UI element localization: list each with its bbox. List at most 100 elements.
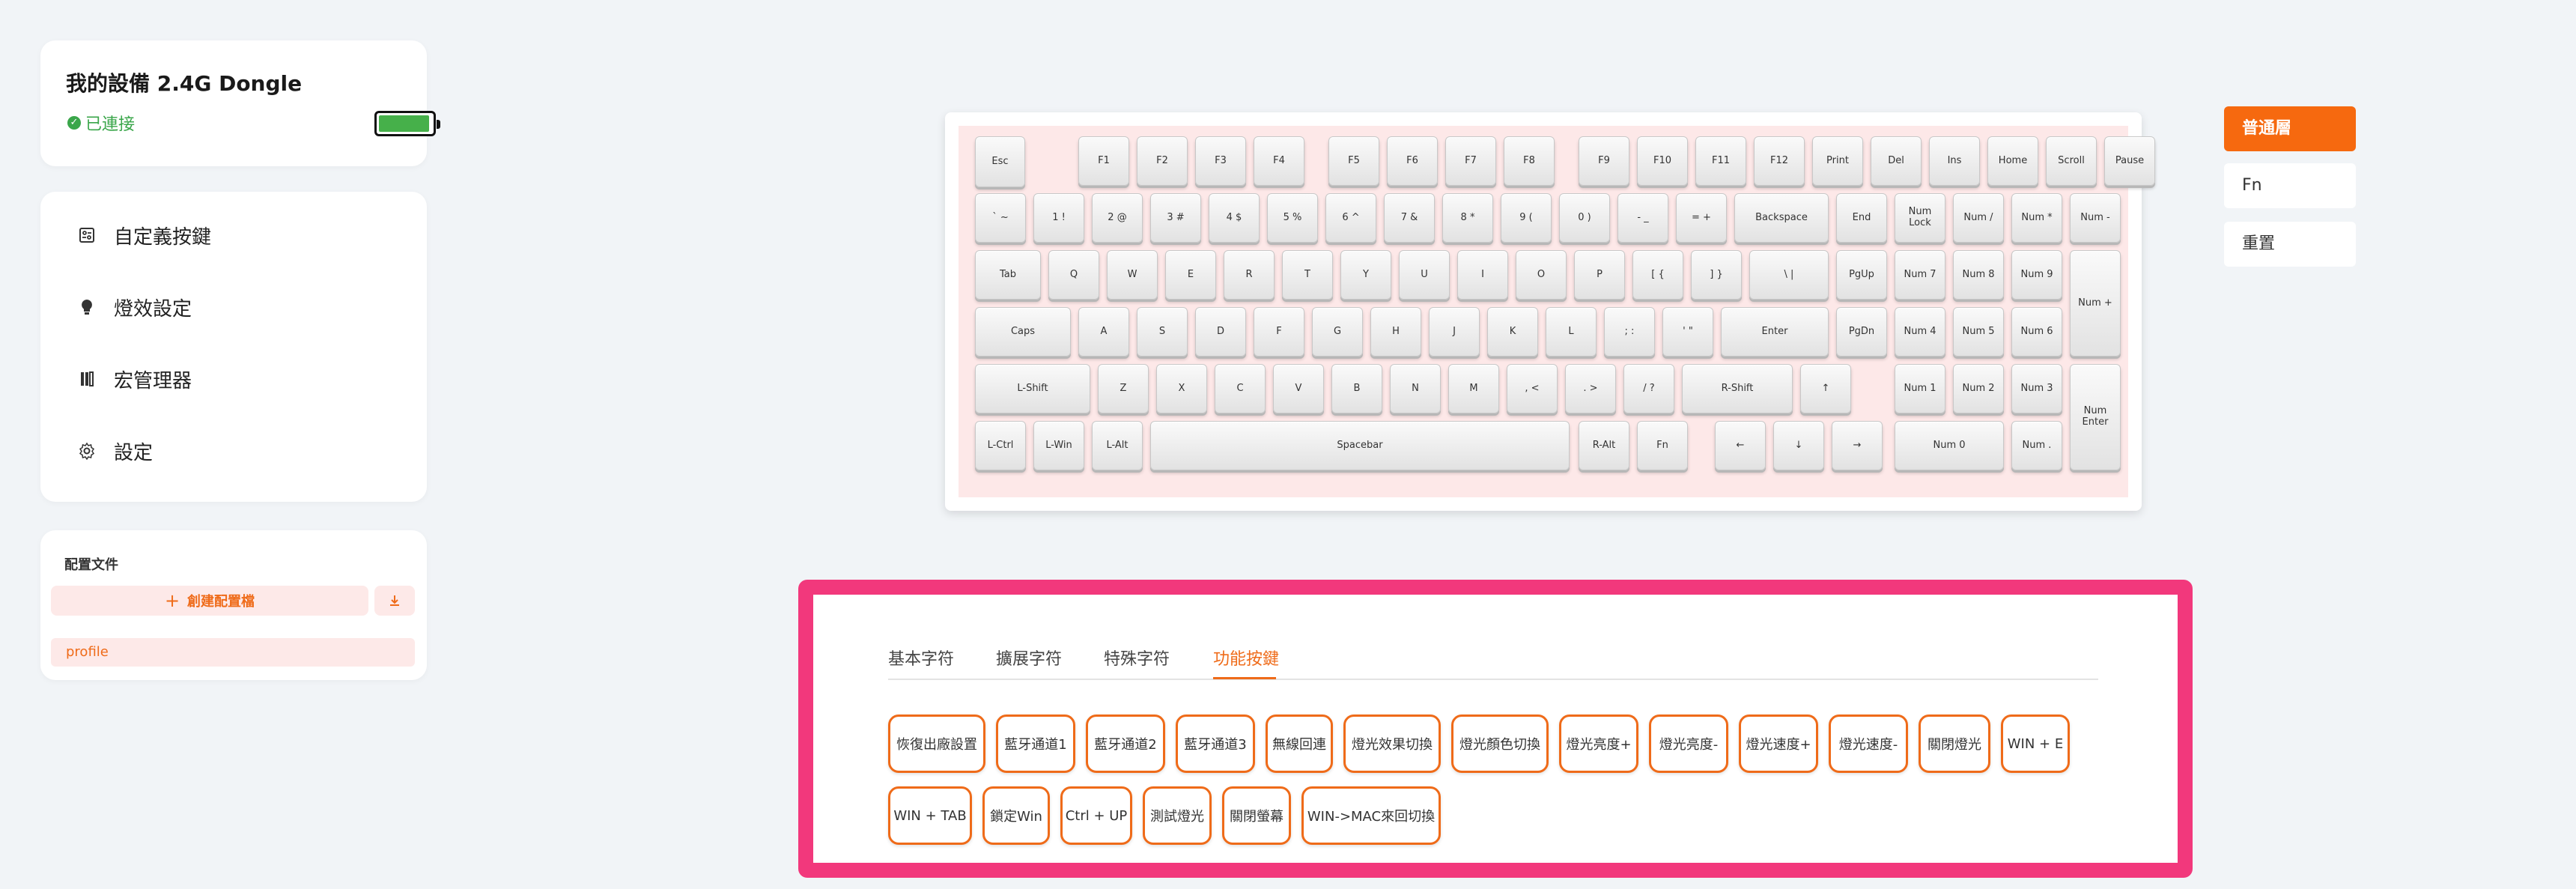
create-profile-button[interactable]: + 創建配置檔: [51, 586, 368, 616]
key[interactable]: F9: [1579, 136, 1629, 186]
key[interactable]: 3 #: [1150, 193, 1201, 243]
key[interactable]: J: [1429, 307, 1480, 356]
key[interactable]: T: [1282, 250, 1333, 300]
key[interactable]: F2: [1137, 136, 1188, 186]
key[interactable]: / ?: [1623, 364, 1674, 413]
tab-extended-chars[interactable]: 擴展字符: [996, 646, 1062, 670]
key[interactable]: Scroll: [2046, 136, 2097, 186]
key[interactable]: Num 0: [1895, 421, 2004, 470]
key[interactable]: B: [1331, 364, 1382, 413]
key[interactable]: Home: [1987, 136, 2038, 186]
function-key-button[interactable]: WIN + TAB: [888, 786, 972, 845]
profile-list-item[interactable]: profile: [51, 638, 415, 667]
key[interactable]: PgUp: [1836, 250, 1887, 300]
key[interactable]: Num 2: [1953, 364, 2004, 413]
key[interactable]: , <: [1507, 364, 1558, 413]
key[interactable]: \ |: [1749, 250, 1829, 300]
key[interactable]: Caps: [975, 307, 1071, 356]
key[interactable]: N: [1390, 364, 1441, 413]
key[interactable]: = +: [1676, 193, 1727, 243]
key[interactable]: 1 !: [1033, 193, 1084, 243]
key[interactable]: 0 ): [1559, 193, 1610, 243]
key[interactable]: . >: [1565, 364, 1616, 413]
key[interactable]: PgDn: [1836, 307, 1887, 356]
function-key-button[interactable]: 藍牙通道1: [996, 714, 1075, 773]
key[interactable]: K: [1487, 307, 1538, 356]
key[interactable]: Tab: [975, 250, 1041, 300]
key[interactable]: 8 *: [1442, 193, 1493, 243]
key[interactable]: ↑: [1800, 364, 1851, 413]
key[interactable]: S: [1137, 307, 1188, 356]
key[interactable]: Num Enter: [2070, 364, 2121, 470]
key[interactable]: Num Lock: [1895, 193, 1945, 243]
key[interactable]: F1: [1078, 136, 1129, 186]
tab-basic-chars[interactable]: 基本字符: [888, 646, 954, 670]
key[interactable]: R-Shift: [1682, 364, 1793, 413]
key[interactable]: F11: [1695, 136, 1746, 186]
key[interactable]: Del: [1871, 136, 1922, 186]
layer-fn-button[interactable]: Fn: [2224, 163, 2356, 208]
function-key-button[interactable]: 測試燈光: [1143, 786, 1212, 845]
key[interactable]: ` ~: [975, 193, 1026, 243]
key[interactable]: C: [1215, 364, 1266, 413]
key[interactable]: F3: [1195, 136, 1246, 186]
download-button[interactable]: [374, 586, 415, 616]
key[interactable]: L-Alt: [1092, 421, 1143, 470]
key[interactable]: Num .: [2011, 421, 2062, 470]
key[interactable]: E: [1165, 250, 1216, 300]
function-key-button[interactable]: 燈光速度-: [1829, 714, 1908, 773]
key[interactable]: ; :: [1604, 307, 1655, 356]
key[interactable]: O: [1516, 250, 1567, 300]
key[interactable]: L: [1546, 307, 1597, 356]
key[interactable]: Fn: [1637, 421, 1688, 470]
menu-item-lighting[interactable]: 燈效設定: [78, 285, 192, 330]
key[interactable]: L-Ctrl: [975, 421, 1026, 470]
key[interactable]: F: [1254, 307, 1304, 356]
key[interactable]: Num 8: [1953, 250, 2004, 300]
key[interactable]: Z: [1098, 364, 1149, 413]
tab-function-keys[interactable]: 功能按鍵: [1213, 646, 1279, 670]
key[interactable]: 5 %: [1267, 193, 1318, 243]
function-key-button[interactable]: 無線回連: [1266, 714, 1333, 773]
key[interactable]: X: [1156, 364, 1207, 413]
function-key-button[interactable]: 燈光顏色切換: [1451, 714, 1549, 773]
key[interactable]: - _: [1617, 193, 1668, 243]
key[interactable]: Pause: [2104, 136, 2155, 186]
key[interactable]: D: [1195, 307, 1246, 356]
key[interactable]: U: [1399, 250, 1450, 300]
key[interactable]: F4: [1254, 136, 1304, 186]
key[interactable]: Ins: [1929, 136, 1980, 186]
menu-item-settings[interactable]: 設定: [78, 428, 153, 473]
key[interactable]: →: [1832, 421, 1883, 470]
reset-button[interactable]: 重置: [2224, 222, 2356, 267]
layer-normal-button[interactable]: 普通層: [2224, 106, 2356, 151]
key[interactable]: Print: [1812, 136, 1863, 186]
key[interactable]: Y: [1340, 250, 1391, 300]
key[interactable]: M: [1448, 364, 1499, 413]
key[interactable]: I: [1457, 250, 1508, 300]
key[interactable]: F5: [1328, 136, 1379, 186]
key[interactable]: 2 @: [1092, 193, 1143, 243]
key[interactable]: Spacebar: [1150, 421, 1570, 470]
function-key-button[interactable]: 關閉燈光: [1919, 714, 1990, 773]
function-key-button[interactable]: Ctrl + UP: [1060, 786, 1132, 845]
key[interactable]: Backspace: [1734, 193, 1829, 243]
key[interactable]: ←: [1715, 421, 1766, 470]
key[interactable]: [ {: [1632, 250, 1683, 300]
key[interactable]: F7: [1445, 136, 1496, 186]
key[interactable]: 7 &: [1384, 193, 1435, 243]
key[interactable]: Esc: [975, 136, 1025, 187]
key[interactable]: P: [1574, 250, 1625, 300]
key[interactable]: Num +: [2070, 250, 2121, 356]
key[interactable]: L-Shift: [975, 364, 1090, 413]
key[interactable]: R: [1224, 250, 1275, 300]
key[interactable]: Num 7: [1895, 250, 1945, 300]
key[interactable]: Num -: [2070, 193, 2121, 243]
key[interactable]: F6: [1387, 136, 1438, 186]
key[interactable]: R-Alt: [1579, 421, 1629, 470]
function-key-button[interactable]: 鎖定Win: [982, 786, 1050, 845]
key[interactable]: Enter: [1721, 307, 1829, 356]
function-key-button[interactable]: WIN->MAC來回切換: [1301, 786, 1441, 845]
key[interactable]: L-Win: [1033, 421, 1084, 470]
key[interactable]: Num 1: [1895, 364, 1945, 413]
